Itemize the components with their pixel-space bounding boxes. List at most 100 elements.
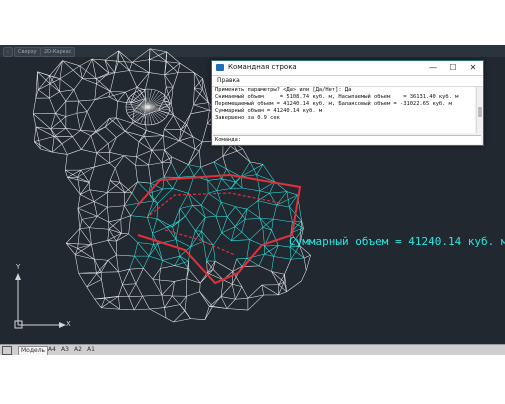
- tab-a1[interactable]: A1: [85, 346, 97, 354]
- mesh-edge: [240, 161, 251, 177]
- mesh-edge: [86, 279, 102, 288]
- mesh-edge: [119, 308, 135, 311]
- mesh-edge: [118, 61, 130, 71]
- mesh-edge: [152, 226, 168, 234]
- layout-grid-icon[interactable]: [2, 346, 12, 355]
- mesh-edge: [79, 227, 90, 229]
- mesh-edge: [172, 295, 181, 305]
- mesh-edge: [166, 51, 181, 64]
- mesh-edge: [303, 257, 307, 271]
- mesh-edge: [142, 295, 150, 310]
- mesh-edge: [94, 258, 109, 261]
- mesh-edge: [38, 89, 50, 99]
- mesh-edge: [166, 61, 181, 64]
- mesh-edge: [107, 205, 125, 208]
- mesh-edge: [124, 131, 140, 143]
- mesh-edge: [231, 239, 250, 241]
- mesh-edge: [33, 126, 37, 142]
- mesh-edge: [216, 178, 222, 191]
- menu-edit[interactable]: Правка: [217, 77, 240, 84]
- mesh-edge: [144, 135, 164, 137]
- mesh-edge: [286, 191, 298, 196]
- mesh-edge: [107, 229, 110, 241]
- mesh-edge: [192, 136, 196, 150]
- mesh-edge: [242, 148, 251, 163]
- mesh-edge: [193, 88, 195, 105]
- mesh-edge: [235, 286, 243, 300]
- mesh-edge: [146, 130, 164, 136]
- mesh-edge: [144, 114, 147, 131]
- mesh-edge: [120, 215, 131, 220]
- tab-a2[interactable]: A2: [72, 346, 84, 354]
- mesh-edge: [258, 265, 272, 272]
- mesh-edge: [118, 268, 130, 273]
- history-line: Применить параметры? <Да> или [Да/Нет]: …: [215, 87, 352, 93]
- mesh-edge: [207, 180, 217, 191]
- minimize-button[interactable]: —: [426, 62, 440, 74]
- scrollbar-thumb[interactable]: [478, 107, 482, 117]
- mesh-edge: [148, 162, 162, 166]
- mesh-edge: [91, 240, 108, 245]
- mesh-edge: [76, 111, 88, 114]
- mesh-edge: [124, 192, 133, 206]
- mesh-edge: [261, 284, 264, 296]
- tab-a3[interactable]: A3: [59, 346, 71, 354]
- mesh-edge: [119, 182, 126, 193]
- mesh-edge: [114, 155, 125, 169]
- terminal-icon: [216, 64, 224, 71]
- mesh-edge: [137, 181, 150, 194]
- mesh-edge: [97, 206, 108, 217]
- maximize-button[interactable]: ☐: [446, 62, 460, 74]
- ucs-x-label: X: [66, 320, 71, 328]
- mesh-edge: [188, 164, 195, 177]
- mesh-edge: [202, 78, 209, 103]
- mesh-edge: [130, 215, 148, 218]
- mesh-edge: [178, 164, 189, 178]
- tab-a4[interactable]: A4: [46, 346, 58, 354]
- mesh-edge: [230, 176, 242, 189]
- mesh-edge: [94, 83, 97, 100]
- mesh-edge: [53, 136, 63, 144]
- mesh-edge: [276, 194, 298, 206]
- mesh-edge: [159, 279, 175, 282]
- cut-boundary-inner: [149, 192, 281, 216]
- close-button[interactable]: ✕: [466, 62, 480, 74]
- mesh-edge: [116, 131, 126, 138]
- tab-model[interactable]: Модель: [18, 346, 49, 355]
- mesh-edge: [128, 296, 135, 310]
- command-window-titlebar[interactable]: Командная строка — ☐ ✕: [212, 61, 483, 76]
- mesh-edge: [179, 62, 195, 73]
- command-history: Применить параметры? <Да> или [Да/Нет]: …: [213, 87, 475, 133]
- mesh-edge: [199, 291, 210, 307]
- mesh-edge: [271, 230, 279, 246]
- mesh-edge: [50, 116, 67, 130]
- mesh-edge: [133, 295, 143, 310]
- mesh-edge: [96, 143, 109, 154]
- mesh-edge: [59, 89, 74, 93]
- mesh-edge: [241, 231, 250, 240]
- mesh-edge: [260, 218, 274, 220]
- mesh-edge: [81, 149, 97, 154]
- mesh-edge: [200, 205, 217, 217]
- mesh-edge: [94, 162, 110, 168]
- mesh-edge: [109, 167, 116, 181]
- history-scrollbar[interactable]: [476, 87, 483, 133]
- command-input[interactable]: Команда:: [213, 135, 481, 144]
- mesh-edge: [94, 298, 102, 308]
- mesh-edge: [149, 308, 167, 319]
- mesh-edge: [117, 101, 131, 104]
- layout-tabs-bar: Модель A4 A3 A2 A1: [0, 344, 505, 355]
- mesh-edge: [157, 243, 163, 261]
- mesh-edge: [35, 126, 41, 150]
- mesh-edge: [77, 248, 95, 260]
- mesh-edge: [37, 71, 39, 90]
- mesh-edge: [247, 294, 264, 299]
- mesh-edge: [161, 294, 173, 297]
- mesh-edge: [90, 135, 97, 154]
- mesh-edge: [143, 256, 150, 269]
- mesh-edge: [212, 296, 222, 307]
- mesh-edge: [107, 143, 110, 153]
- mesh-edge: [207, 178, 222, 181]
- mesh-edge: [123, 155, 136, 166]
- mesh-edge: [236, 258, 243, 267]
